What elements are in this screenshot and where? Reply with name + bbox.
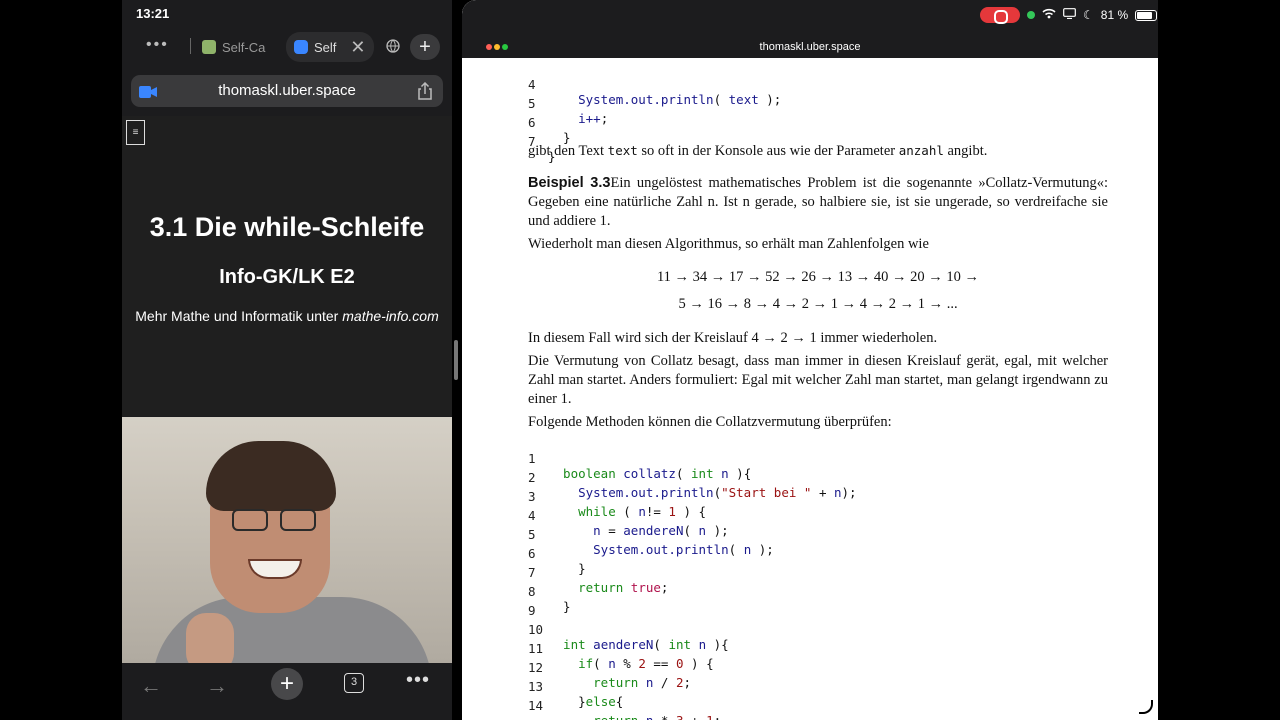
forward-arrow-icon[interactable]: → — [206, 673, 228, 699]
paragraph: Wiederholt man diesen Algorithmus, so er… — [528, 236, 929, 252]
paragraph: gibt den Text text so oft in der Konsole… — [528, 143, 988, 159]
tab-divider — [190, 38, 191, 54]
sequence-line: 11 → 34 → 17 → 52 → 26 → 13 → 40 → 20 → … — [656, 269, 980, 285]
globe-icon — [386, 38, 400, 56]
tab-globe[interactable] — [386, 32, 400, 62]
more-tabs-icon[interactable]: ••• — [146, 36, 169, 54]
slide-subtitle: Info-GK/LK E2 — [219, 266, 355, 288]
example-label: Beispiel 3.3 — [528, 175, 611, 191]
code-line: 4 n = aendereN( n ); — [528, 508, 729, 538]
code-line: 5 System.out.println( n ); — [528, 527, 774, 557]
code-line: 15 } — [528, 702, 573, 720]
right-browser-pane: thomaskl.uber.space ☾ 81 % 4 System.out.… — [462, 0, 1158, 720]
code-line: 5 i++; — [528, 96, 609, 126]
address-bar[interactable]: thomaskl.uber.space — [131, 75, 443, 107]
sequence-line: 5 → 16 → 8 → 4 → 2 → 1 → 4 → 2 → 1 → ... — [678, 296, 958, 312]
example-paragraph: Beispiel 3.3Ein ungelöstest mathematisch… — [528, 174, 1108, 231]
code-line: 7 return true; — [528, 565, 669, 595]
more-options-icon[interactable]: ••• — [406, 669, 430, 692]
glasses-right — [280, 509, 316, 531]
camera-active-indicator — [1027, 11, 1035, 19]
slide-footer-link[interactable]: mathe-info.com — [342, 308, 438, 324]
example-text: Ein ungelöstest mathematisches Problem i… — [528, 175, 1108, 229]
bottom-toolbar: ← → + 3 ••• — [122, 663, 452, 720]
code-line: 11 if( n % 2 == 0 ) { — [528, 641, 714, 671]
person-hair — [206, 441, 336, 511]
tab-self-ca[interactable]: Self-Ca — [202, 32, 265, 62]
person-favicon-icon — [202, 40, 216, 54]
system-status: ☾ 81 % — [980, 7, 1158, 24]
moon-icon: ☾ — [1083, 8, 1094, 22]
tab-label: Self-Ca — [222, 39, 266, 55]
slide-title: 3.1 Die while-Schleife — [149, 212, 425, 242]
person-hand — [186, 613, 234, 663]
new-tab-plus-button[interactable]: + — [271, 668, 303, 700]
screen-record-icon[interactable] — [980, 7, 1020, 24]
code-line: 9 — [528, 603, 536, 618]
slide-footer-text: Mehr Mathe und Informatik unter — [135, 308, 343, 324]
code-line: 8 } — [528, 584, 571, 614]
tab-count-button[interactable]: 3 — [344, 673, 364, 693]
code-line: 12 return n / 2; — [528, 660, 692, 690]
back-arrow-icon[interactable]: ← — [140, 673, 162, 699]
slide-view: ≡ 3.1 Die while-Schleife Info-GK/LK E2 M… — [122, 116, 452, 416]
battery-percent: 81 % — [1100, 8, 1129, 22]
camera-favicon-icon — [294, 40, 308, 54]
code-line: 13 }else{ — [528, 679, 624, 709]
right-header: thomaskl.uber.space ☾ 81 % — [462, 0, 1158, 58]
code-line: 1 boolean collatz( int n ){ — [528, 451, 752, 481]
menu-button[interactable]: ≡ — [126, 120, 145, 145]
code-line: 2 System.out.println("Start bei " + n); — [528, 470, 857, 500]
wifi-icon — [1042, 8, 1056, 22]
screen-mirror-icon — [1063, 8, 1076, 22]
tab-self-active[interactable]: Self ✕ — [286, 32, 374, 62]
code-line: 14 return n * 3 + 1; — [528, 698, 721, 720]
webcam-video — [122, 417, 452, 663]
glasses-left — [232, 509, 268, 531]
paragraph: Die Vermutung von Collatz besagt, dass m… — [528, 353, 1108, 407]
code-line: 6 } — [528, 115, 571, 145]
left-browser-pane: 13:21 ••• Self-Ca Self ✕ + thomaskl.uber… — [122, 0, 452, 720]
paragraph: Folgende Methoden können die Collatzverm… — [528, 414, 892, 430]
share-icon[interactable] — [417, 81, 433, 100]
paragraph: In diesem Fall wird sich der Kreislauf 4… — [528, 330, 938, 346]
new-tab-button[interactable]: + — [410, 34, 440, 60]
status-time: 13:21 — [136, 6, 170, 21]
tab-label: Self — [314, 39, 337, 55]
close-icon[interactable]: ✕ — [350, 37, 365, 58]
slide-footer: Mehr Mathe und Informatik unter mathe-in… — [122, 308, 452, 324]
code-line: 3 while ( n!= 1 ) { — [528, 489, 707, 519]
right-url-text[interactable]: thomaskl.uber.space — [462, 41, 1158, 53]
tab-bar: ••• Self-Ca Self ✕ + — [122, 30, 452, 64]
battery-icon — [1135, 9, 1158, 21]
split-view-handle[interactable] — [454, 340, 458, 380]
code-line: 10 int aendereN( int n ){ — [528, 622, 729, 652]
code-line: 6 } — [528, 546, 586, 576]
url-text: thomaskl.uber.space — [218, 82, 356, 99]
document-content: 4 System.out.println( text ); 5 i++; 6 }… — [528, 58, 1108, 720]
code-line: 4 System.out.println( text ); — [528, 77, 782, 107]
code-line: 7 } — [528, 134, 556, 164]
